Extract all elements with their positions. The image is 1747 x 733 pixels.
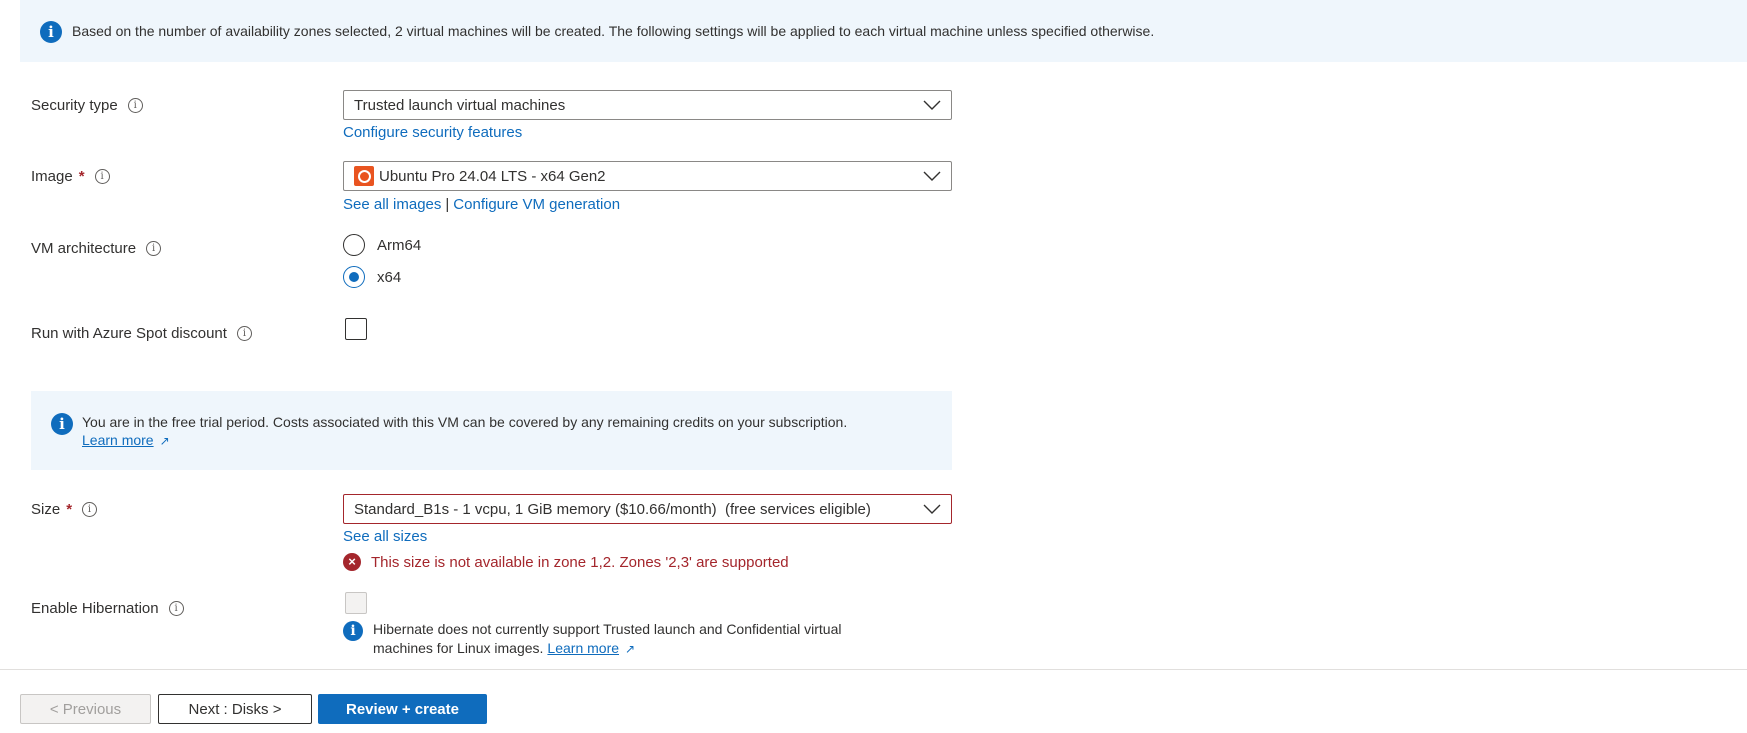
see-all-images-link[interactable]: See all images	[343, 196, 441, 213]
size-error-message: × This size is not available in zone 1,2…	[343, 553, 789, 571]
trial-message: You are in the free trial period. Costs …	[82, 414, 848, 430]
size-dropdown[interactable]: Standard_B1s - 1 vcpu, 1 GiB memory ($10…	[343, 494, 952, 524]
info-icon: i	[343, 621, 363, 641]
radio-arm64-label: Arm64	[377, 236, 422, 254]
top-info-banner: i Based on the number of availability zo…	[20, 0, 1747, 62]
size-label-text: Size	[31, 501, 61, 518]
ubuntu-icon	[354, 166, 374, 186]
radio-x64[interactable]: x64	[343, 266, 401, 288]
spot-discount-checkbox[interactable]	[345, 318, 367, 340]
review-create-button[interactable]: Review + create	[318, 694, 487, 724]
learn-more-text[interactable]: Learn more	[82, 432, 154, 448]
required-mark: *	[78, 168, 85, 185]
size-error-text: This size is not available in zone 1,2. …	[371, 553, 789, 571]
image-label-text: Image	[31, 168, 73, 185]
configure-security-features-link[interactable]: Configure security features	[343, 124, 522, 141]
security-type-label: Security type i	[31, 97, 143, 114]
info-tooltip-icon[interactable]: i	[127, 98, 143, 113]
spot-label-text: Run with Azure Spot discount	[31, 325, 227, 342]
security-type-dropdown[interactable]: Trusted launch virtual machines	[343, 90, 952, 120]
error-icon: ×	[343, 553, 361, 571]
info-tooltip-icon[interactable]: i	[168, 601, 184, 616]
image-label: Image * i	[31, 168, 110, 185]
image-value: Ubuntu Pro 24.04 LTS - x64 Gen2	[379, 167, 606, 185]
spot-label: Run with Azure Spot discount i	[31, 325, 252, 342]
size-label: Size * i	[31, 501, 98, 518]
info-tooltip-icon[interactable]: i	[94, 169, 110, 184]
radio-arm64[interactable]: Arm64	[343, 234, 421, 256]
footer-divider	[0, 669, 1747, 670]
free-trial-banner: i You are in the free trial period. Cost…	[31, 391, 952, 470]
required-mark: *	[66, 501, 73, 518]
chevron-down-icon	[923, 171, 941, 181]
hibernation-note: i Hibernate does not currently support T…	[343, 620, 893, 659]
info-tooltip-icon[interactable]: i	[236, 326, 252, 341]
security-type-label-text: Security type	[31, 97, 118, 114]
chevron-down-icon	[923, 100, 941, 110]
previous-button[interactable]: < Previous	[20, 694, 151, 724]
learn-more-link[interactable]: Learn more ↗	[82, 432, 170, 448]
link-separator: |	[445, 196, 450, 213]
info-tooltip-icon[interactable]: i	[146, 241, 162, 256]
hibernation-checkbox[interactable]	[345, 592, 367, 614]
info-tooltip-icon[interactable]: i	[82, 502, 98, 517]
image-links: See all images | Configure VM generation	[343, 196, 620, 213]
security-type-value: Trusted launch virtual machines	[354, 96, 566, 114]
image-dropdown[interactable]: Ubuntu Pro 24.04 LTS - x64 Gen2	[343, 161, 952, 191]
radio-button-selected[interactable]	[343, 266, 365, 288]
external-link-icon: ↗	[159, 434, 170, 448]
see-all-sizes-link[interactable]: See all sizes	[343, 528, 427, 545]
hibernation-label-text: Enable Hibernation	[31, 600, 159, 617]
radio-x64-label: x64	[377, 268, 402, 286]
hibernation-label: Enable Hibernation i	[31, 600, 184, 617]
info-icon: i	[40, 21, 62, 43]
learn-more-text[interactable]: Learn more	[547, 640, 619, 656]
next-disks-button[interactable]: Next : Disks >	[158, 694, 312, 724]
size-value: Standard_B1s - 1 vcpu, 1 GiB memory ($10…	[354, 500, 871, 518]
hibernation-note-text-block: Hibernate does not currently support Tru…	[373, 620, 893, 659]
learn-more-link[interactable]: Learn more ↗	[547, 640, 635, 656]
vm-architecture-label: VM architecture i	[31, 240, 162, 257]
configure-vm-generation-link[interactable]: Configure VM generation	[453, 196, 620, 213]
banner-message: Based on the number of availability zone…	[72, 23, 1155, 39]
radio-button-unselected[interactable]	[343, 234, 365, 256]
external-link-icon: ↗	[625, 642, 636, 656]
chevron-down-icon	[923, 504, 941, 514]
vm-architecture-label-text: VM architecture	[31, 240, 137, 257]
info-icon: i	[51, 413, 73, 435]
